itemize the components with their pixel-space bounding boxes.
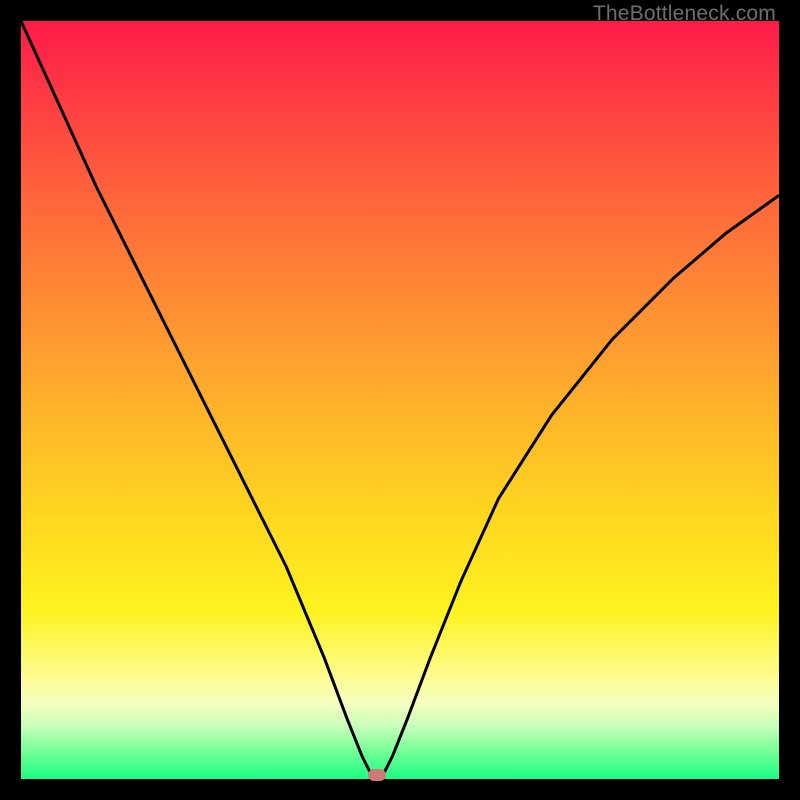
watermark-text: TheBottleneck.com (593, 2, 776, 26)
bottleneck-curve (21, 21, 779, 779)
chart-frame: TheBottleneck.com (0, 0, 800, 800)
minimum-marker (368, 769, 386, 781)
curve-path (21, 21, 779, 779)
